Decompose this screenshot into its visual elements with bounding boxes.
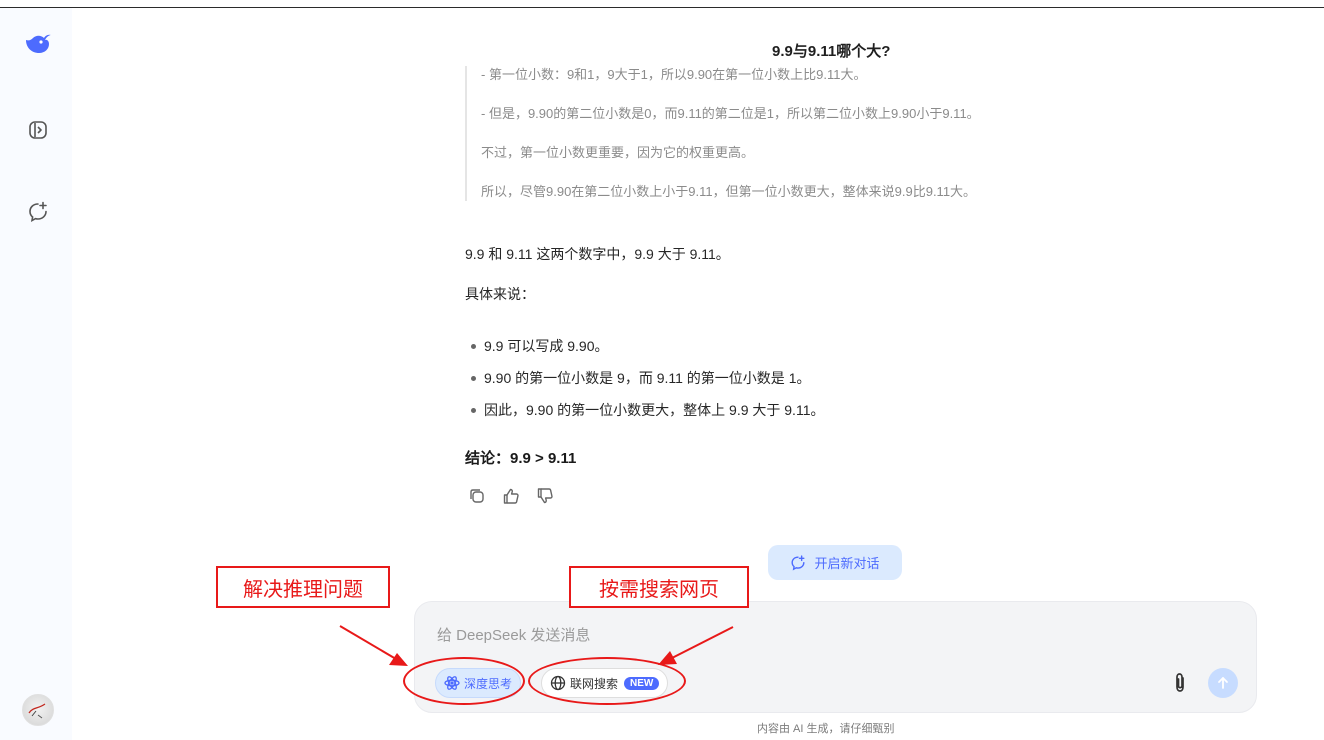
list-item: 因此，9.90 的第一位小数更大，整体上 9.9 大于 9.11。 (468, 400, 824, 432)
message-actions (465, 484, 557, 508)
annotation-callout-reasoning: 解决推理问题 (216, 566, 390, 608)
annotation-ellipse-web-search (528, 657, 686, 705)
answer-block: 9.9 和 9.11 这两个数字中，9.9 大于 9.11。 具体来说： (465, 244, 1225, 304)
annotation-arrow-left (339, 625, 397, 660)
conversation-title: 9.9与9.11哪个大? (772, 43, 891, 60)
paperclip-icon[interactable] (1167, 669, 1193, 697)
list-item: 9.90 的第一位小数是 9，而 9.11 的第一位小数是 1。 (468, 368, 824, 400)
list-item: 9.9 可以写成 9.90。 (468, 336, 824, 368)
new-chat-icon[interactable] (24, 198, 52, 226)
user-avatar[interactable] (22, 694, 54, 726)
message-input-placeholder[interactable]: 给 DeepSeek 发送消息 (437, 624, 590, 645)
answer-bullet-list: 9.9 可以写成 9.90。 9.90 的第一位小数是 9，而 9.11 的第一… (468, 336, 824, 432)
answer-conclusion: 结论：9.9 > 9.11 (465, 450, 577, 467)
copy-icon[interactable] (465, 484, 489, 508)
new-chat-icon (790, 554, 806, 571)
thinking-line: 所以，尽管9.90在第二位小数上小于9.11，但第一位小数更大，整体来说9.9比… (481, 184, 977, 199)
sidebar-toggle-icon[interactable] (24, 116, 52, 144)
annotation-callout-search: 按需搜索网页 (569, 566, 749, 608)
deepseek-logo-icon[interactable] (24, 30, 52, 58)
thinking-block: - 第一位小数：9和1，9大于1，所以9.90在第一位小数上比9.11大。 - … (465, 66, 1121, 201)
send-button[interactable] (1208, 668, 1238, 698)
top-border (0, 7, 1324, 8)
annotation-ellipse-deep-think (403, 657, 525, 705)
thumbs-up-icon[interactable] (499, 484, 523, 508)
annotation-arrowhead-left (389, 653, 408, 666)
new-chat-button[interactable]: 开启新对话 (768, 545, 902, 580)
arrow-up-icon (1218, 677, 1228, 689)
thinking-line: - 第一位小数：9和1，9大于1，所以9.90在第一位小数上比9.11大。 (481, 67, 867, 82)
sidebar (0, 8, 72, 740)
message-input-box[interactable]: 给 DeepSeek 发送消息 深度思考 联网搜索 NEW (414, 601, 1257, 713)
answer-intro: 9.9 和 9.11 这两个数字中，9.9 大于 9.11。 (465, 246, 730, 262)
thinking-line: - 但是，9.90的第二位小数是0，而9.11的第二位是1，所以第二位小数上9.… (481, 106, 980, 121)
answer-subheading: 具体来说： (465, 286, 535, 302)
new-chat-label: 开启新对话 (814, 556, 880, 571)
ai-disclaimer: 内容由 AI 生成，请仔细甄别 (757, 723, 895, 735)
thinking-line: 不过，第一位小数更重要，因为它的权重更高。 (481, 145, 755, 160)
thumbs-down-icon[interactable] (533, 484, 557, 508)
